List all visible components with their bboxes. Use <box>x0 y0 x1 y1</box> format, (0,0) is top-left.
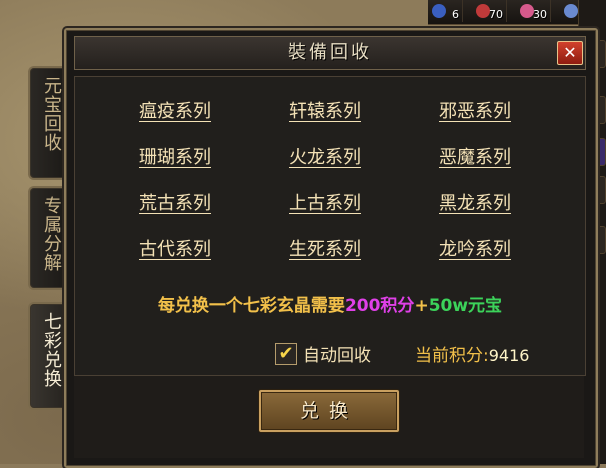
current-points: 当前积分:9416 <box>415 341 529 366</box>
hud-slot-count: 70 <box>489 8 503 21</box>
series-link-ancient[interactable]: 古代系列 <box>115 235 235 261</box>
series-link-demon[interactable]: 恶魔系列 <box>415 143 535 169</box>
tab-exclusive-decompose[interactable]: 专属分解 <box>28 186 68 290</box>
equipment-recycle-panel: 裝備回收 ✕ 瘟疫系列 轩辕系列 邪恶系列 珊瑚系列 火龙系列 恶魔系列 荒古系… <box>64 28 598 468</box>
series-link-dragon-roar[interactable]: 龙吟系列 <box>415 235 535 261</box>
close-button[interactable]: ✕ <box>557 41 583 65</box>
tab-label: 元宝回收 <box>41 76 62 152</box>
potion-icon <box>564 4 578 18</box>
tab-yuanbao-recycle[interactable]: 元宝回收 <box>28 66 68 180</box>
exchange-gold-cost: 50w元宝 <box>428 296 503 316</box>
series-link-ancient-high[interactable]: 上古系列 <box>265 189 385 215</box>
tab-label: 七彩兑换 <box>41 312 62 388</box>
exchange-plus: + <box>414 296 429 316</box>
title-bar[interactable]: 裝備回收 ✕ <box>74 36 586 70</box>
exchange-prefix: 每兑换一个七彩玄晶需要 <box>157 296 345 316</box>
series-link-xuanyuan[interactable]: 轩辕系列 <box>265 97 385 123</box>
series-link-fire-dragon[interactable]: 火龙系列 <box>265 143 385 169</box>
potion-icon <box>520 4 534 18</box>
potion-icon <box>432 4 446 18</box>
hud-slot[interactable]: 6 <box>428 0 463 22</box>
auto-recycle-checkbox[interactable]: ✔ <box>275 343 297 365</box>
exchange-points-cost: 200积分 <box>344 296 415 316</box>
series-link-coral[interactable]: 珊瑚系列 <box>115 143 235 169</box>
panel-title: 裝備回收 <box>288 42 372 63</box>
series-link-plague[interactable]: 瘟疫系列 <box>115 97 235 123</box>
current-points-label: 当前积分: <box>415 346 489 366</box>
panel-footer: 兑换 <box>74 376 584 458</box>
exchange-button[interactable]: 兑换 <box>259 390 399 432</box>
hud-slot-count: 6 <box>452 8 459 21</box>
potion-icon <box>476 4 490 18</box>
exchange-rate-text: 每兑换一个七彩玄晶需要200积分+50w元宝 <box>75 291 585 316</box>
tab-rainbow-exchange[interactable]: 七彩兑换 <box>28 302 68 410</box>
auto-recycle-label: 自动回收 <box>303 346 371 366</box>
series-link-primeval[interactable]: 荒古系列 <box>115 189 235 215</box>
hud-slot[interactable]: 30 <box>516 0 551 22</box>
hud-slot[interactable]: 70 <box>472 0 507 22</box>
series-link-black-dragon[interactable]: 黑龙系列 <box>415 189 535 215</box>
series-link-life-death[interactable]: 生死系列 <box>265 235 385 261</box>
series-list: 瘟疫系列 轩辕系列 邪恶系列 珊瑚系列 火龙系列 恶魔系列 荒古系列 上古系列 … <box>74 76 586 376</box>
current-points-value: 9416 <box>488 346 530 365</box>
tab-label: 专属分解 <box>41 196 62 272</box>
series-link-evil[interactable]: 邪恶系列 <box>415 97 535 123</box>
hud-slot-count: 30 <box>533 8 547 21</box>
